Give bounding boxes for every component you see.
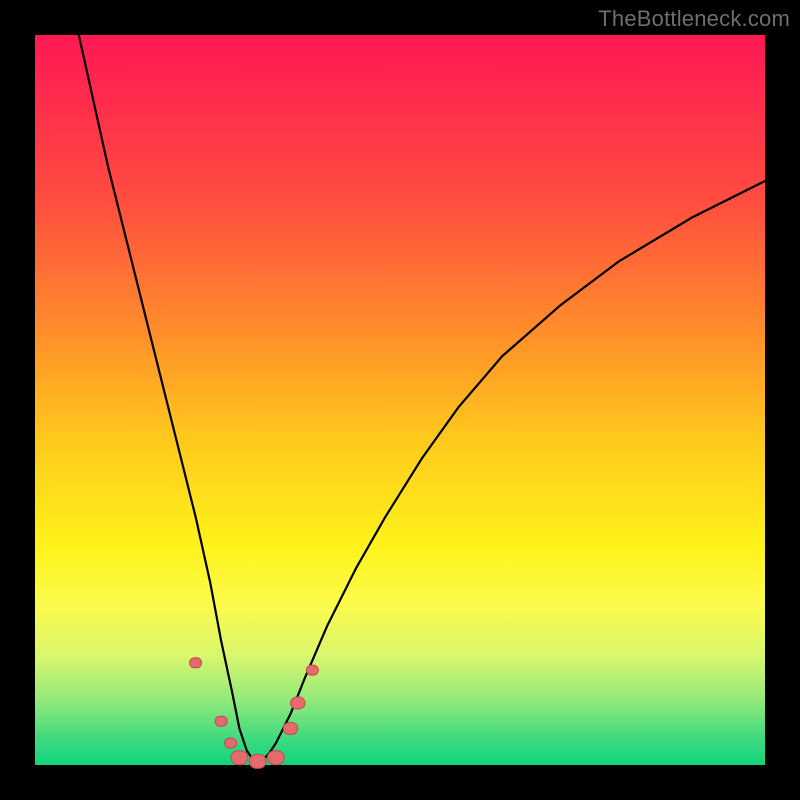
curve-marker xyxy=(268,751,285,765)
curve-marker xyxy=(291,697,305,709)
curve-markers xyxy=(190,658,319,769)
curve-marker xyxy=(231,751,248,765)
curve-marker xyxy=(225,738,237,748)
curve-marker xyxy=(190,658,202,668)
chart-overlay xyxy=(35,35,765,765)
curve-marker xyxy=(215,716,227,726)
watermark-text: TheBottleneck.com xyxy=(598,6,790,32)
curve-marker xyxy=(306,665,318,675)
chart-frame: TheBottleneck.com xyxy=(0,0,800,800)
curve-marker xyxy=(283,723,297,735)
curve-marker xyxy=(249,754,266,768)
bottleneck-curve xyxy=(79,35,765,761)
